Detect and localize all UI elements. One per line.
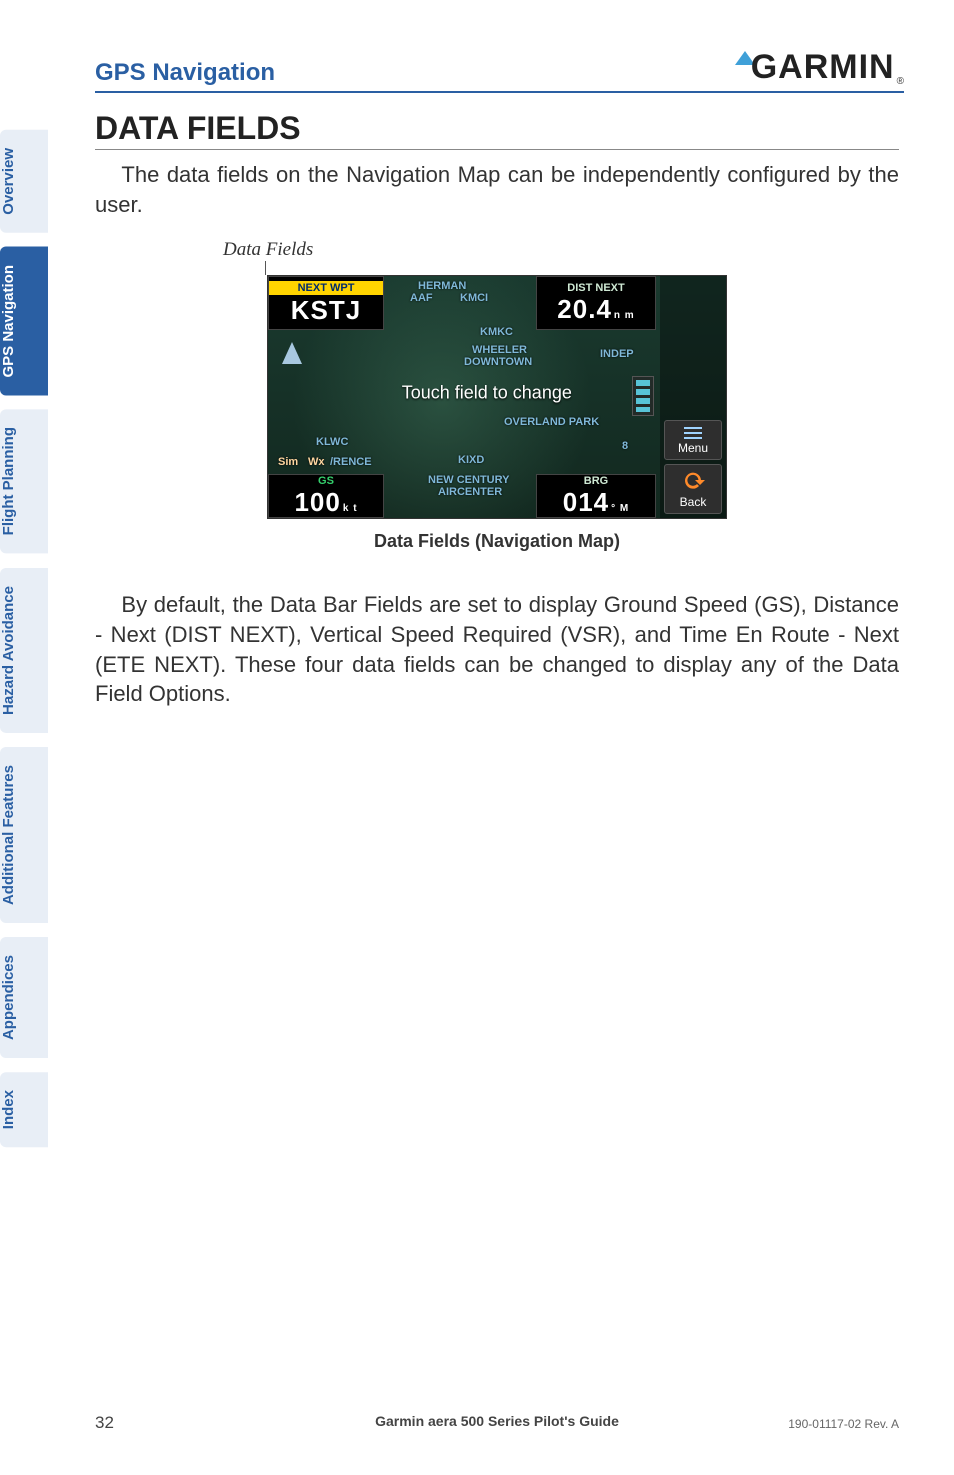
df-value: 100k t — [269, 487, 383, 518]
df-value: 20.4n m — [537, 294, 655, 325]
df-label: GS — [269, 475, 383, 487]
map-label-downtown: DOWNTOWN — [464, 356, 532, 368]
back-label: Back — [680, 495, 707, 509]
map-label-rence: /RENCE — [330, 456, 372, 468]
tab-index[interactable]: Index — [0, 1072, 48, 1147]
map-label-wheeler: WHEELER — [472, 344, 527, 356]
callout-leader-line — [265, 261, 266, 275]
footer-revision: 190-01117-02 Rev. A — [788, 1417, 899, 1431]
map-label-aircenter: AIRCENTER — [438, 486, 502, 498]
range-indicator-icon[interactable] — [632, 376, 654, 416]
logo-text: GARMIN — [751, 48, 895, 87]
df-label: NEXT WPT — [269, 281, 383, 295]
data-field-gs[interactable]: GS 100k t — [268, 474, 384, 518]
menu-bars-icon — [684, 427, 702, 429]
menu-button[interactable]: Menu — [664, 420, 722, 460]
df-label: DIST NEXT — [537, 282, 655, 294]
df-unit: ° M — [611, 503, 629, 514]
section-title: GPS Navigation — [95, 59, 275, 87]
tab-appendices[interactable]: Appendices — [0, 937, 48, 1058]
map-label-overland: OVERLAND PARK — [504, 416, 599, 428]
map-label-eight: 8 — [622, 440, 628, 452]
map-label-newcentury: NEW CENTURY — [428, 474, 509, 486]
tab-gps-navigation[interactable]: GPS Navigation — [0, 247, 48, 396]
map-label-aaf: AAF — [410, 292, 433, 304]
map-label-wx: Wx — [308, 456, 325, 468]
df-unit: n m — [614, 310, 635, 321]
data-field-dist-next[interactable]: DIST NEXT 20.4n m — [536, 276, 656, 330]
logo-registered: ® — [897, 76, 904, 87]
page-content: DATA FIELDS The data fields on the Navig… — [95, 110, 899, 729]
page-header: GPS Navigation GARMIN ® — [95, 48, 904, 93]
df-label: BRG — [537, 475, 655, 487]
paragraph-2: By default, the Data Bar Fields are set … — [95, 590, 899, 709]
callout-label: Data Fields — [223, 239, 899, 261]
side-tabs: Overview GPS Navigation Flight Planning … — [0, 130, 48, 1147]
map-label-kmkc: KMKC — [480, 326, 513, 338]
df-num: 014 — [563, 487, 609, 517]
tab-hazard-avoidance[interactable]: Hazard Avoidance — [0, 568, 48, 733]
df-value: 014° M — [537, 487, 655, 518]
data-field-next-wpt[interactable]: NEXT WPT KSTJ — [268, 276, 384, 330]
paragraph-1: The data fields on the Navigation Map ca… — [95, 160, 899, 219]
device-screenshot: NEXT WPT KSTJ DIST NEXT 20.4n m GS 100k … — [267, 275, 727, 519]
map-label-kixd: KIXD — [458, 454, 484, 466]
device-side-column: Menu Back — [660, 276, 726, 518]
menu-label: Menu — [678, 441, 708, 455]
df-value: KSTJ — [269, 295, 383, 326]
h2-data-fields: DATA FIELDS — [95, 110, 899, 150]
map-label-sim: Sim — [278, 456, 298, 468]
tab-additional-features[interactable]: Additional Features — [0, 747, 48, 923]
tab-overview[interactable]: Overview — [0, 130, 48, 233]
map-label-indep: INDEP — [600, 348, 634, 360]
figure-caption: Data Fields (Navigation Map) — [95, 531, 899, 552]
page-footer: 32 Garmin aera 500 Series Pilot's Guide … — [95, 1413, 899, 1433]
footer-title: Garmin aera 500 Series Pilot's Guide — [375, 1413, 619, 1429]
tab-flight-planning[interactable]: Flight Planning — [0, 409, 48, 553]
north-arrow-icon — [282, 342, 302, 364]
data-field-brg[interactable]: BRG 014° M — [536, 474, 656, 518]
df-num: 100 — [294, 487, 340, 517]
df-unit: k t — [343, 503, 358, 514]
map-label-herman: HERMAN — [418, 280, 466, 292]
map-label-kmci: KMCI — [460, 292, 488, 304]
garmin-logo: GARMIN ® — [735, 48, 904, 87]
back-arrow-icon — [681, 469, 705, 493]
page-number: 32 — [95, 1413, 114, 1433]
back-button[interactable]: Back — [664, 464, 722, 514]
touch-to-change-label: Touch field to change — [402, 382, 572, 403]
df-num: 20.4 — [557, 294, 612, 324]
map-label-klwc: KLWC — [316, 436, 348, 448]
